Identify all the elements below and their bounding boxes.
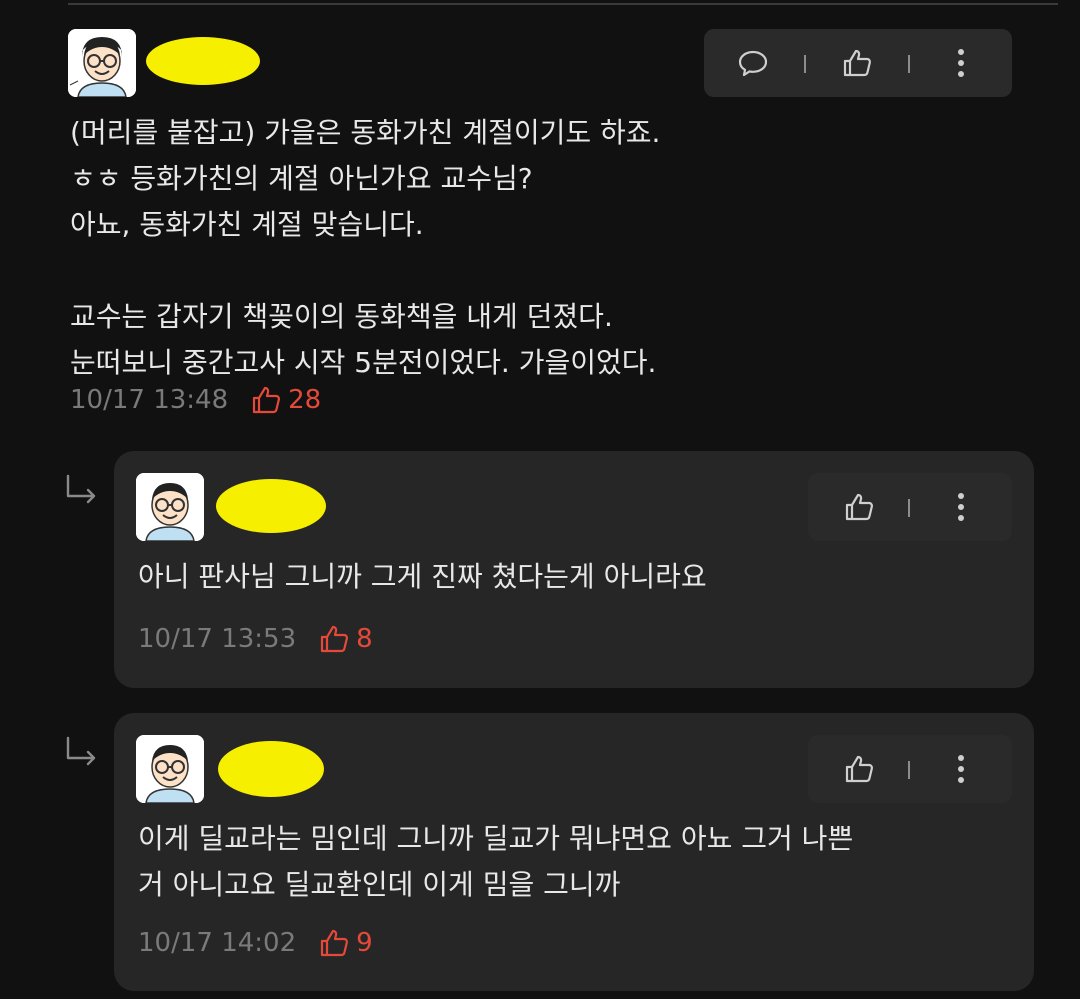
- redacted-username: [218, 741, 324, 797]
- like-count: 28: [288, 385, 322, 415]
- avatar[interactable]: [136, 735, 204, 803]
- reply-body: 이게 딜교라는 밈인데 그니까 딜교가 뭐냐면요 아뇨 그거 나쁜 거 아니고요…: [138, 822, 854, 901]
- reply-arrow-icon: [66, 736, 96, 766]
- reply-actions: [808, 473, 1012, 541]
- separator: [804, 55, 806, 73]
- divider: [68, 3, 1058, 5]
- separator: [908, 761, 910, 779]
- like-count-button[interactable]: 8: [318, 623, 373, 655]
- thumbs-up-icon: [253, 386, 281, 414]
- thumbs-up-icon: [321, 625, 349, 653]
- timestamp: 10/17 13:48: [70, 385, 229, 415]
- reply-meta: 10/17 14:02 9: [138, 923, 373, 963]
- thumbs-up-icon[interactable]: [824, 473, 894, 541]
- comment-body: (머리를 붙잡고) 가을은 동화가친 계절이기도 하죠. ㅎㅎ 등화가친의 계절…: [70, 116, 661, 379]
- timestamp: 10/17 13:53: [138, 624, 297, 654]
- more-vert-icon[interactable]: [926, 29, 996, 97]
- avatar[interactable]: [68, 29, 136, 97]
- thumbs-up-icon: [321, 929, 349, 957]
- thumbs-up-icon[interactable]: [824, 735, 894, 803]
- reply-meta: 10/17 13:53 8: [138, 619, 373, 659]
- separator: [908, 55, 910, 73]
- more-vert-icon[interactable]: [926, 473, 996, 541]
- reply-card: 이게 딜교라는 밈인데 그니까 딜교가 뭐냐면요 아뇨 그거 나쁜 거 아니고요…: [114, 713, 1034, 991]
- reply-actions: [808, 735, 1012, 803]
- reply-body: 아니 판사님 그니까 그게 진짜 쳤다는게 아니라요: [138, 560, 707, 593]
- like-count: 8: [356, 624, 373, 654]
- thumbs-up-icon[interactable]: [822, 29, 892, 97]
- reply-arrow-icon: [66, 474, 96, 504]
- like-count-button[interactable]: 28: [250, 384, 321, 416]
- comment-meta: 10/17 13:48 28: [70, 380, 321, 420]
- comment-icon[interactable]: [718, 29, 788, 97]
- separator: [908, 499, 910, 517]
- reply-card: 아니 판사님 그니까 그게 진짜 쳤다는게 아니라요 10/17 13:53 8: [114, 451, 1034, 688]
- timestamp: 10/17 14:02: [138, 928, 297, 958]
- redacted-username: [216, 479, 326, 533]
- avatar[interactable]: [136, 473, 204, 541]
- like-count: 9: [356, 928, 373, 958]
- more-vert-icon[interactable]: [926, 735, 996, 803]
- redacted-username: [146, 37, 260, 85]
- comment-actions: [704, 29, 1012, 97]
- like-count-button[interactable]: 9: [318, 927, 373, 959]
